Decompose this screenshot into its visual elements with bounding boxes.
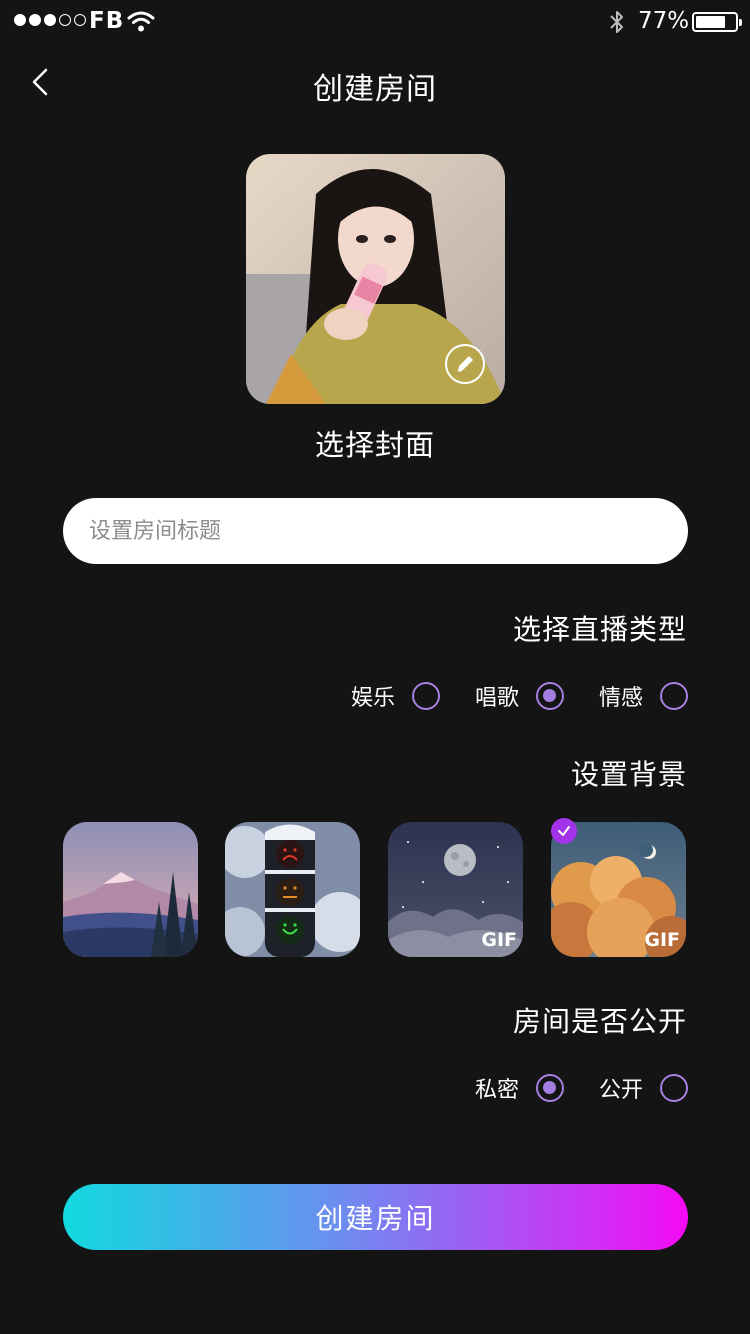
gif-badge: GIF xyxy=(644,929,680,951)
signal-strength-icon xyxy=(14,14,86,26)
bluetooth-icon xyxy=(610,11,623,33)
gif-badge: GIF xyxy=(481,929,517,951)
radio-button[interactable] xyxy=(660,1074,688,1102)
radio-label: 唱歌 xyxy=(474,686,519,711)
battery-percentage: 77% xyxy=(638,8,690,34)
background-option-traffic-light[interactable] xyxy=(225,822,360,957)
pencil-icon[interactable] xyxy=(445,344,485,384)
radio-label: 娱乐 xyxy=(350,686,395,711)
live-type-option-entertainment[interactable]: 娱乐 xyxy=(351,680,440,712)
radio-button-selected[interactable] xyxy=(535,1074,564,1102)
background-option-mountain[interactable] xyxy=(63,822,198,957)
check-icon xyxy=(551,818,577,844)
create-room-button[interactable]: 创建房间 xyxy=(63,1184,688,1250)
background-option-clouds[interactable]: GIF xyxy=(551,822,686,957)
battery-icon xyxy=(692,12,742,32)
radio-label: 公开 xyxy=(598,1078,643,1103)
wifi-icon xyxy=(127,11,155,32)
carrier-name: FB xyxy=(89,8,125,34)
live-type-option-emotion[interactable]: 情感 xyxy=(599,680,688,712)
select-cover-label[interactable]: 选择封面 xyxy=(0,422,750,464)
status-bar: FB 77% xyxy=(0,0,750,42)
visibility-radio-group: 私密 公开 xyxy=(475,1072,688,1104)
visibility-option-public[interactable]: 公开 xyxy=(599,1072,688,1104)
visibility-title: 房间是否公开 xyxy=(512,1005,687,1038)
radio-button[interactable] xyxy=(660,682,688,710)
room-title-input[interactable] xyxy=(63,498,688,564)
background-option-night-sky[interactable]: GIF xyxy=(388,822,523,957)
background-title: 设置背景 xyxy=(570,758,687,791)
live-type-radio-group: 娱乐 唱歌 情感 xyxy=(351,680,688,712)
radio-label: 情感 xyxy=(598,686,643,711)
visibility-option-private[interactable]: 私密 xyxy=(475,1072,564,1104)
page-title: 创建房间 xyxy=(313,72,437,107)
live-type-option-singing[interactable]: 唱歌 xyxy=(475,680,564,712)
radio-button-selected[interactable] xyxy=(535,682,564,710)
live-type-title: 选择直播类型 xyxy=(512,613,687,646)
radio-button[interactable] xyxy=(411,682,440,710)
battery-fill xyxy=(696,16,725,28)
radio-label: 私密 xyxy=(474,1078,519,1103)
